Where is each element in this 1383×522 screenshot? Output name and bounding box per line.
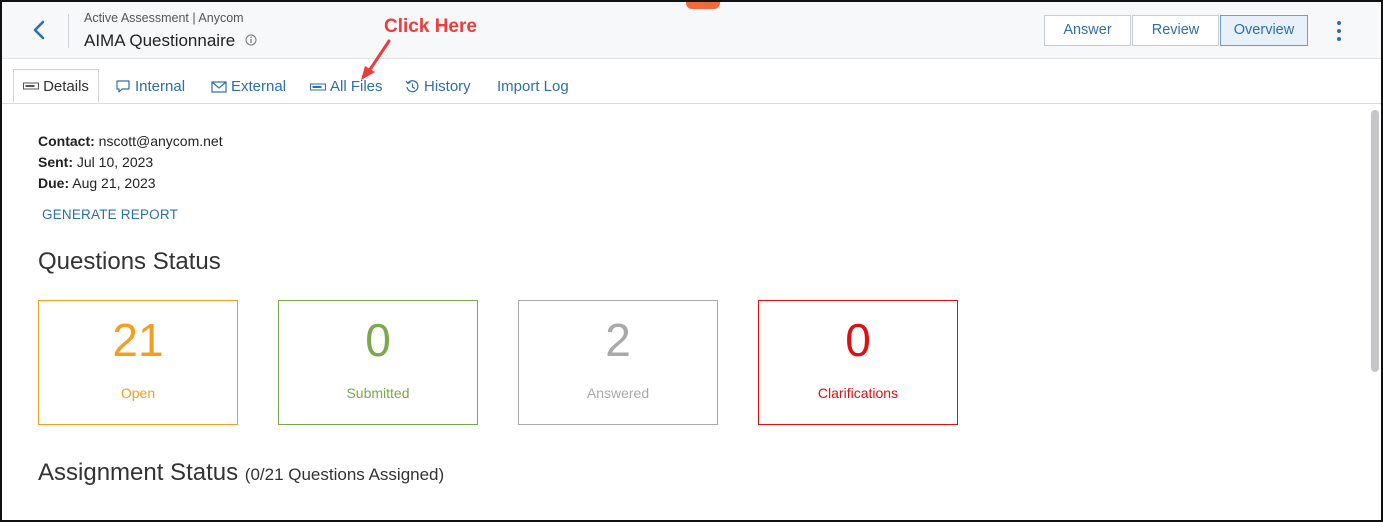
status-card-answered[interactable]: 2 Answered — [518, 300, 718, 425]
annotation-label: Click Here — [384, 16, 477, 37]
tab-import-log-label: Import Log — [497, 78, 569, 95]
tab-details-label: Details — [43, 77, 89, 95]
contact-value: nscott@anycom.net — [98, 133, 223, 149]
tab-bar: Details Internal External All Files Hist… — [2, 59, 1381, 104]
view-toggle-group: Answer Review Overview — [1044, 15, 1309, 46]
due-value: Aug 21, 2023 — [72, 175, 156, 191]
status-count: 0 — [845, 314, 871, 366]
app-window: Active Assessment | Anycom AIMA Question… — [0, 0, 1383, 522]
assessment-details: Contact: nscott@anycom.net Sent: Jul 10,… — [38, 131, 223, 194]
comment-icon — [116, 80, 130, 93]
questions-status-heading: Questions Status — [38, 248, 221, 275]
breadcrumb: Active Assessment | Anycom — [84, 11, 244, 25]
assignment-status-heading: Assignment Status (0/21 Questions Assign… — [38, 459, 445, 486]
info-icon[interactable] — [245, 34, 257, 46]
back-button[interactable] — [28, 16, 52, 44]
tab-internal-label: Internal — [135, 78, 186, 95]
tab-all-files-label: All Files — [330, 78, 383, 95]
history-icon — [405, 80, 419, 93]
page-header: Active Assessment | Anycom AIMA Question… — [2, 2, 1381, 59]
page-title-text: AIMA Questionnaire — [84, 31, 236, 50]
tab-history[interactable]: History — [405, 70, 471, 103]
status-card-clarifications[interactable]: 0 Clarifications — [758, 300, 958, 425]
overview-button[interactable]: Overview — [1220, 15, 1308, 46]
tab-all-files[interactable]: All Files — [310, 70, 383, 103]
status-label: Answered — [586, 385, 650, 401]
header-divider — [68, 14, 69, 48]
tab-external[interactable]: External — [211, 70, 286, 103]
tab-import-log[interactable]: Import Log — [497, 70, 569, 103]
chevron-left-icon — [33, 20, 45, 40]
assignment-count: (0/21 Questions Assigned) — [244, 465, 445, 484]
generate-report-link[interactable]: GENERATE REPORT — [42, 207, 178, 222]
more-options-icon[interactable] — [1332, 17, 1346, 45]
tab-details[interactable]: Details — [13, 69, 99, 103]
scrollbar-thumb[interactable] — [1371, 110, 1379, 372]
files-icon — [310, 83, 326, 90]
card-icon — [23, 82, 40, 90]
tab-history-label: History — [424, 78, 471, 95]
sent-row: Sent: Jul 10, 2023 — [38, 154, 154, 170]
status-count: 2 — [605, 314, 631, 366]
status-label: Clarifications — [817, 385, 899, 401]
status-label: Submitted — [346, 385, 410, 401]
envelope-icon — [211, 80, 227, 93]
sent-value: Jul 10, 2023 — [76, 154, 154, 170]
due-row: Due: Aug 21, 2023 — [38, 175, 156, 191]
page-title: AIMA Questionnaire — [84, 31, 257, 51]
contact-row: Contact: nscott@anycom.net — [38, 133, 223, 149]
answer-button[interactable]: Answer — [1044, 15, 1131, 46]
tab-external-label: External — [231, 78, 287, 95]
review-button[interactable]: Review — [1132, 15, 1219, 46]
status-count: 21 — [112, 314, 164, 366]
status-card-open[interactable]: 21 Open — [38, 300, 238, 425]
tab-internal[interactable]: Internal — [115, 70, 185, 103]
notification-tab[interactable] — [686, 2, 720, 9]
status-card-submitted[interactable]: 0 Submitted — [278, 300, 478, 425]
status-label: Open — [120, 385, 156, 401]
status-count: 0 — [365, 314, 391, 366]
